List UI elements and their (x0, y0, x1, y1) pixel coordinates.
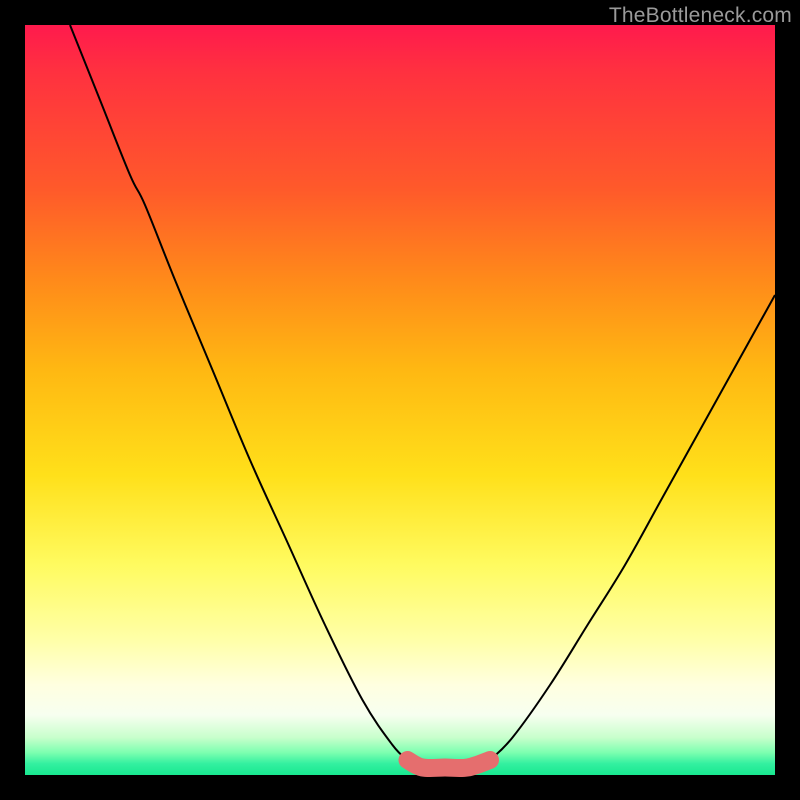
left-curve (70, 25, 408, 760)
watermark-text: TheBottleneck.com (609, 4, 792, 28)
chart-frame: TheBottleneck.com (0, 0, 800, 800)
curve-layer (25, 25, 775, 775)
right-curve (490, 295, 775, 760)
plot-area (25, 25, 775, 775)
optimum-flat-segment (408, 760, 491, 768)
